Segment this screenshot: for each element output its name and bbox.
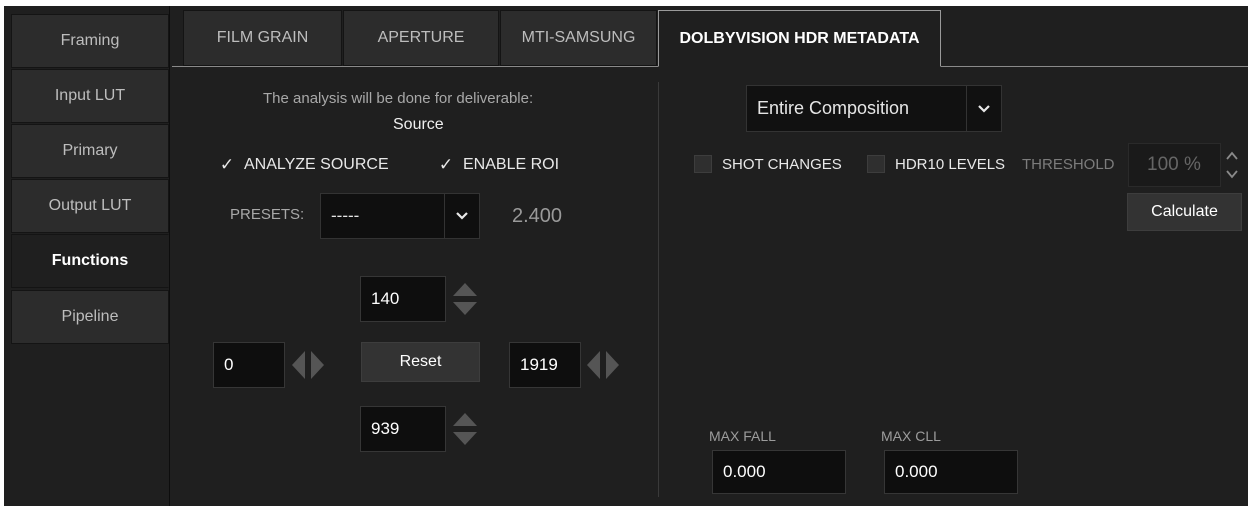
chevron-down-icon	[444, 194, 479, 238]
sidebar-divider	[169, 6, 170, 506]
threshold-input[interactable]: 100 %	[1128, 143, 1221, 187]
roi-bottom-value: 939	[371, 419, 400, 438]
sidebar-item-label: Input LUT	[54, 87, 126, 104]
hdr10-levels-label: HDR10 LEVELS	[895, 155, 1006, 173]
checkbox-box	[694, 155, 712, 173]
sidebar-item-label: Output LUT	[48, 197, 132, 214]
max-cll-value: 0.000	[895, 462, 938, 481]
analyze-source-checkbox[interactable]: ✓ ANALYZE SOURCE	[218, 155, 389, 174]
shot-changes-label: SHOT CHANGES	[722, 155, 842, 173]
calculate-label: Calculate	[1151, 203, 1218, 220]
max-fall-label: MAX FALL	[709, 428, 776, 444]
reset-label: Reset	[399, 353, 442, 370]
max-fall-value: 0.000	[723, 462, 766, 481]
sidebar-item-label: Pipeline	[61, 308, 119, 325]
tab-dolbyvision-hdr-metadata[interactable]: DOLBYVISION HDR METADATA	[658, 10, 941, 67]
hdr10-levels-checkbox[interactable]: HDR10 LEVELS	[867, 155, 1005, 173]
presets-value: -----	[331, 206, 360, 225]
analyze-source-label: ANALYZE SOURCE	[244, 156, 389, 173]
tab-label: FILM GRAIN	[216, 29, 309, 46]
threshold-spin-arrows-icon[interactable]	[1225, 148, 1239, 187]
max-cll-label: MAX CLL	[881, 428, 941, 444]
roi-right-value: 1919	[520, 355, 558, 374]
sidebar-item-input-lut[interactable]: Input LUT	[11, 69, 169, 123]
check-icon: ✓	[438, 155, 454, 174]
scope-dropdown[interactable]: Entire Composition	[746, 85, 1002, 132]
presets-dropdown[interactable]: -----	[320, 193, 480, 239]
tab-label: APERTURE	[377, 29, 465, 46]
sidebar-item-pipeline[interactable]: Pipeline	[11, 290, 169, 344]
shot-changes-checkbox[interactable]: SHOT CHANGES	[694, 155, 842, 173]
sidebar-item-label: Functions	[51, 252, 129, 269]
roi-bottom-input[interactable]: 939	[360, 406, 446, 452]
aspect-ratio-value: 2.400	[512, 205, 563, 227]
tab-label: MTI-SAMSUNG	[521, 29, 636, 46]
roi-right-input[interactable]: 1919	[509, 342, 581, 388]
sidebar-item-label: Framing	[60, 32, 120, 49]
max-cll-input[interactable]: 0.000	[884, 450, 1018, 494]
analysis-text: The analysis will be done for deliverabl…	[263, 90, 534, 107]
presets-label: PRESETS:	[230, 206, 305, 223]
enable-roi-label: ENABLE ROI	[463, 156, 560, 173]
roi-bottom-spin-arrows-icon[interactable]	[451, 407, 479, 456]
tab-mti-samsung[interactable]: MTI-SAMSUNG	[500, 10, 657, 66]
roi-reset-button[interactable]: Reset	[361, 342, 480, 382]
max-fall-input[interactable]: 0.000	[712, 450, 846, 494]
check-icon: ✓	[219, 155, 235, 174]
tab-film-grain[interactable]: FILM GRAIN	[183, 10, 342, 66]
roi-left-left-right-arrows-icon[interactable]	[287, 344, 329, 391]
roi-right-left-right-arrows-icon[interactable]	[582, 344, 624, 391]
roi-top-value: 140	[371, 289, 400, 308]
sidebar-item-label: Primary	[62, 142, 118, 159]
roi-left-input[interactable]: 0	[213, 342, 285, 388]
panel-divider	[658, 82, 659, 497]
sidebar-item-primary[interactable]: Primary	[11, 124, 169, 178]
enable-roi-checkbox[interactable]: ✓ ENABLE ROI	[437, 155, 560, 174]
roi-left-value: 0	[224, 355, 234, 374]
deliverable-name: Source	[393, 116, 444, 133]
calculate-button[interactable]: Calculate	[1127, 193, 1242, 231]
app-window	[4, 6, 1248, 506]
roi-top-spin-arrows-icon[interactable]	[451, 277, 479, 326]
tab-label: DOLBYVISION HDR METADATA	[679, 29, 920, 47]
sidebar-item-framing[interactable]: Framing	[11, 14, 169, 68]
roi-top-input[interactable]: 140	[360, 276, 446, 322]
scope-value: Entire Composition	[757, 98, 910, 118]
sidebar-item-functions[interactable]: Functions	[11, 234, 169, 288]
threshold-label: THRESHOLD	[1022, 156, 1115, 173]
checkbox-box	[867, 155, 885, 173]
sidebar-item-output-lut[interactable]: Output LUT	[11, 179, 169, 233]
threshold-value: 100 %	[1147, 154, 1201, 175]
chevron-down-icon	[966, 86, 1001, 131]
tab-aperture[interactable]: APERTURE	[343, 10, 499, 66]
